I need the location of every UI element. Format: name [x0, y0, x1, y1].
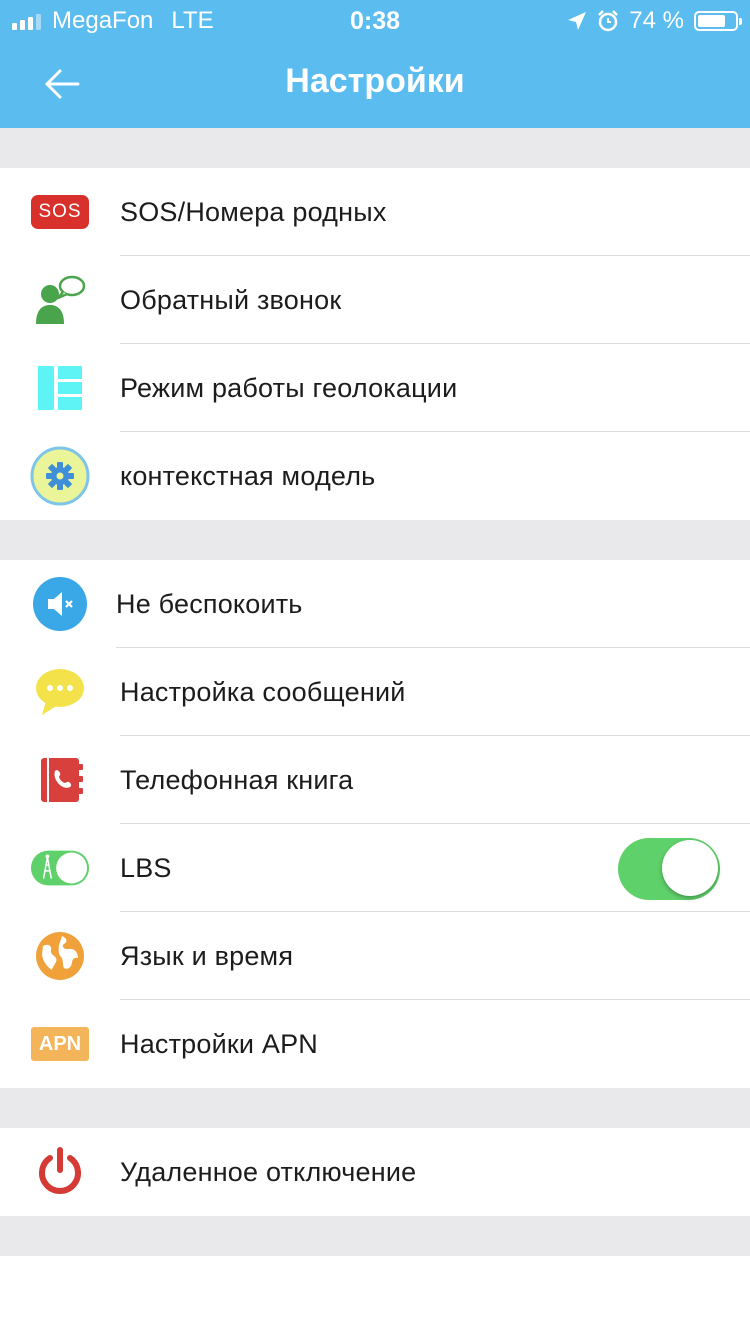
- setting-messages[interactable]: Настройка сообщений: [0, 648, 750, 736]
- location-arrow-icon: [567, 11, 587, 31]
- page-title: Настройки: [285, 62, 465, 100]
- setting-location-mode[interactable]: Режим работы геолокации: [0, 344, 750, 432]
- chat-icon: [30, 664, 90, 720]
- battery-percent: 74 %: [629, 7, 684, 34]
- setting-do-not-disturb[interactable]: Не беспокоить: [0, 560, 750, 648]
- setting-label: Язык и время: [120, 941, 294, 971]
- setting-phonebook[interactable]: Телефонная книга: [0, 736, 750, 824]
- power-icon: [30, 1144, 90, 1200]
- setting-label: Режим работы геолокации: [120, 373, 458, 403]
- settings-group: Не беспокоить Настройка сообщений Телефо…: [0, 560, 750, 1088]
- setting-label: Обратный звонок: [120, 285, 342, 315]
- location-mode-icon: [30, 360, 90, 416]
- apn-badge: APN: [31, 1027, 89, 1061]
- settings-list: SOS SOS/Номера родных Обратный звонок Ре…: [0, 128, 750, 1256]
- nav-bar: Настройки: [0, 40, 750, 128]
- setting-label: Телефонная книга: [120, 765, 354, 795]
- toggle-knob: [662, 840, 718, 896]
- setting-lbs: LBS: [0, 824, 750, 912]
- settings-group: Удаленное отключение: [0, 1128, 750, 1216]
- setting-language-time[interactable]: Язык и время: [0, 912, 750, 1000]
- lbs-toggle-icon: [30, 840, 90, 896]
- sos-badge: SOS: [31, 195, 89, 229]
- header: MegaFon LTE 0:38 74 % Настройки: [0, 0, 750, 128]
- setting-label: LBS: [120, 853, 172, 883]
- setting-label: Удаленное отключение: [120, 1157, 417, 1187]
- setting-label: Не беспокоить: [116, 589, 303, 619]
- setting-label: Настройка сообщений: [120, 677, 406, 707]
- gear-icon: [30, 446, 90, 506]
- setting-callback[interactable]: Обратный звонок: [0, 256, 750, 344]
- battery-icon: [694, 11, 742, 31]
- apn-icon: APN: [30, 1016, 90, 1072]
- alarm-icon: [597, 10, 619, 32]
- status-bar: MegaFon LTE 0:38 74 %: [0, 0, 750, 40]
- settings-group: SOS SOS/Номера родных Обратный звонок Ре…: [0, 168, 750, 520]
- sos-icon: SOS: [30, 184, 90, 240]
- globe-icon: [30, 928, 90, 984]
- phonebook-icon: [30, 752, 90, 808]
- setting-label: Настройки APN: [120, 1029, 319, 1059]
- lbs-toggle[interactable]: [618, 838, 720, 900]
- setting-apn[interactable]: APN Настройки APN: [0, 1000, 750, 1088]
- setting-context-model[interactable]: контекстная модель: [0, 432, 750, 520]
- setting-remote-shutdown[interactable]: Удаленное отключение: [0, 1128, 750, 1216]
- setting-label: SOS/Номера родных: [120, 197, 387, 227]
- mute-icon: [30, 576, 90, 632]
- setting-label: контекстная модель: [120, 461, 376, 491]
- callback-icon: [30, 272, 90, 328]
- setting-sos-numbers[interactable]: SOS SOS/Номера родных: [0, 168, 750, 256]
